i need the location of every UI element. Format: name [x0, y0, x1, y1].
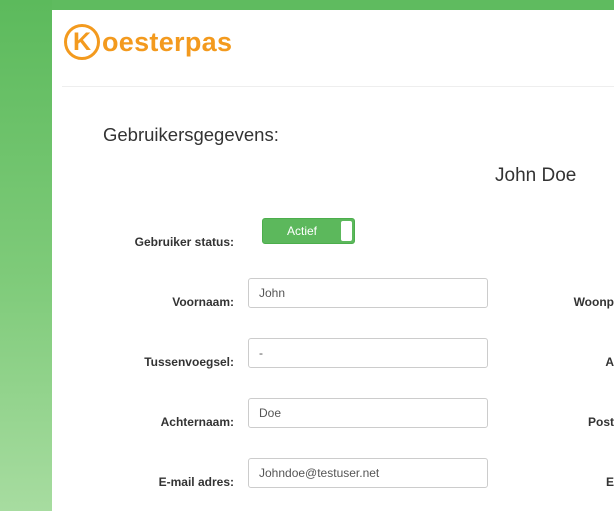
header: K oesterpas [62, 10, 614, 87]
logo-text: oesterpas [102, 26, 233, 57]
first-name-label: Voornaam: [172, 295, 234, 309]
koesterpas-logo[interactable]: K oesterpas [64, 22, 232, 62]
side-background [0, 0, 52, 511]
email-input[interactable] [248, 458, 488, 488]
last-name-label: Achternaam: [160, 415, 234, 429]
email-label: E-mail adres: [158, 475, 234, 489]
logo-k-circle: K [64, 24, 100, 60]
infix-label: Tussenvoegsel: [144, 355, 234, 369]
postcode-label: Post [587, 415, 614, 429]
status-label: Gebruiker status: [134, 235, 234, 249]
toggle-knob [341, 221, 352, 241]
first-name-input[interactable] [248, 278, 488, 308]
last-name-input[interactable] [248, 398, 488, 428]
top-background [52, 0, 614, 10]
status-toggle-label: Actief [286, 224, 317, 238]
section-title: Gebruikersgegevens: [103, 124, 279, 145]
status-toggle[interactable]: Actief [262, 218, 355, 244]
address-label: A [605, 355, 614, 369]
main-panel: K oesterpas Gebruikersgegevens: John Doe… [62, 10, 614, 511]
city-label: Woonp [573, 295, 614, 309]
other-label: E [605, 475, 614, 489]
user-name-heading: John Doe [495, 165, 577, 186]
infix-input[interactable] [248, 338, 488, 368]
